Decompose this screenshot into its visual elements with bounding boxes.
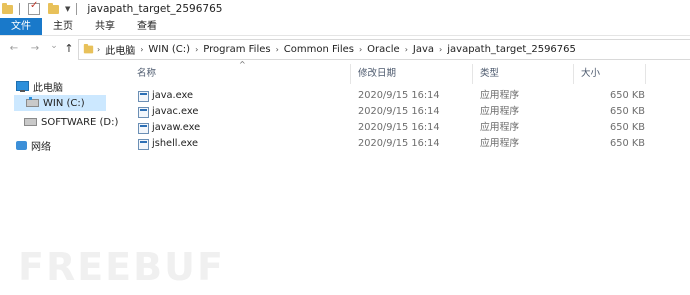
breadcrumb-this-pc[interactable]: 此电脑	[103, 42, 137, 57]
windows-drive-icon	[26, 97, 39, 107]
breadcrumb-separator-icon[interactable]: ›	[273, 45, 282, 54]
breadcrumb-separator-icon[interactable]: ›	[192, 45, 201, 54]
ribbon: 文件 主页 共享 查看	[0, 18, 690, 36]
file-row-javaw[interactable]: javaw.exe 2020/9/15 16:14 应用程序 650 KB	[125, 120, 690, 136]
breadcrumb-common-files[interactable]: Common Files	[282, 44, 356, 55]
toolbar-divider	[76, 3, 78, 15]
breadcrumb-separator-icon[interactable]: ›	[356, 45, 365, 54]
breadcrumb-separator-icon[interactable]: ›	[402, 45, 411, 54]
file-modified: 2020/9/15 16:14	[358, 122, 440, 133]
file-name: java.exe	[152, 90, 194, 101]
breadcrumb-separator-icon: ›	[97, 45, 101, 54]
file-size: 650 KB	[610, 122, 645, 133]
file-row-java[interactable]: java.exe 2020/9/15 16:14 应用程序 650 KB	[125, 88, 690, 104]
sidebar-item-label: WIN (C:)	[43, 97, 85, 109]
sidebar-item-this-pc[interactable]: 此电脑	[16, 78, 63, 94]
file-type: 应用程序	[480, 138, 520, 149]
properties-checkbox-icon[interactable]	[28, 0, 40, 15]
window-title: javapath_target_2596765	[87, 3, 223, 15]
forward-arrow-icon[interactable]: →	[29, 43, 41, 54]
address-bar[interactable]: › 此电脑 › WIN (C:) › Program Files › Commo…	[78, 39, 690, 60]
breadcrumb-win-c[interactable]: WIN (C:)	[146, 44, 192, 55]
breadcrumb-separator-icon[interactable]: ›	[436, 45, 445, 54]
network-icon	[16, 140, 27, 150]
watermark: FREEBUF	[18, 245, 225, 289]
file-size: 650 KB	[610, 138, 645, 149]
file-type: 应用程序	[480, 122, 520, 133]
executable-file-icon	[138, 107, 149, 118]
column-divider[interactable]	[350, 64, 351, 84]
breadcrumb-java[interactable]: Java	[411, 44, 436, 55]
recent-locations-icon[interactable]: ⌄	[48, 41, 60, 51]
file-size: 650 KB	[610, 90, 645, 101]
breadcrumb-separator-icon[interactable]: ›	[137, 45, 146, 54]
column-header-type[interactable]: 类型	[480, 66, 499, 82]
toolbar-divider	[19, 3, 20, 15]
file-modified: 2020/9/15 16:14	[358, 90, 440, 101]
tab-file[interactable]: 文件	[0, 18, 42, 35]
tab-view[interactable]: 查看	[126, 18, 168, 35]
new-folder-icon[interactable]	[48, 2, 59, 14]
sidebar-item-software-d[interactable]: SOFTWARE (D:)	[24, 114, 118, 130]
file-type: 应用程序	[480, 90, 520, 101]
executable-file-icon	[138, 123, 149, 134]
file-row-javac[interactable]: javac.exe 2020/9/15 16:14 应用程序 650 KB	[125, 104, 690, 120]
sidebar-item-label: 此电脑	[33, 82, 63, 94]
breadcrumb-current-folder[interactable]: javapath_target_2596765	[445, 44, 578, 55]
back-arrow-icon[interactable]: ←	[8, 43, 20, 54]
up-arrow-icon[interactable]: ↑	[63, 42, 75, 55]
sidebar-item-label: 网络	[31, 141, 51, 153]
file-name: jshell.exe	[152, 138, 198, 149]
file-name: javaw.exe	[152, 122, 201, 133]
sidebar-item-label: SOFTWARE (D:)	[41, 116, 119, 128]
column-header-modified[interactable]: 修改日期	[358, 66, 396, 82]
file-type: 应用程序	[480, 106, 520, 117]
executable-file-icon	[138, 139, 149, 150]
file-size: 650 KB	[610, 106, 645, 117]
column-header-size[interactable]: 大小	[581, 66, 600, 82]
tab-home[interactable]: 主页	[42, 18, 84, 35]
title-bar: ▼ javapath_target_2596765	[0, 0, 690, 18]
sidebar-item-win-c[interactable]: WIN (C:)	[14, 95, 106, 111]
dropdown-arrow-icon[interactable]: ▼	[65, 5, 70, 13]
file-name: javac.exe	[152, 106, 199, 117]
tab-share[interactable]: 共享	[84, 18, 126, 35]
executable-file-icon	[138, 91, 149, 102]
file-row-jshell[interactable]: jshell.exe 2020/9/15 16:14 应用程序 650 KB	[125, 136, 690, 152]
sort-ascending-icon: ^	[239, 60, 246, 69]
address-row: ← → ⌄ ↑ › 此电脑 › WIN (C:) › Program Files…	[0, 36, 690, 62]
breadcrumb-program-files[interactable]: Program Files	[201, 44, 272, 55]
quick-access-toolbar: ▼	[0, 0, 83, 18]
sidebar-item-network[interactable]: 网络	[16, 137, 51, 153]
column-divider[interactable]	[573, 64, 574, 84]
column-divider[interactable]	[472, 64, 473, 84]
computer-icon	[16, 81, 29, 92]
breadcrumb-oracle[interactable]: Oracle	[365, 44, 402, 55]
folder-icon[interactable]	[2, 2, 13, 14]
file-modified: 2020/9/15 16:14	[358, 138, 440, 149]
folder-icon	[83, 43, 94, 54]
column-divider[interactable]	[645, 64, 646, 84]
file-modified: 2020/9/15 16:14	[358, 106, 440, 117]
drive-icon	[24, 118, 37, 126]
column-header-name[interactable]: 名称	[137, 66, 156, 82]
